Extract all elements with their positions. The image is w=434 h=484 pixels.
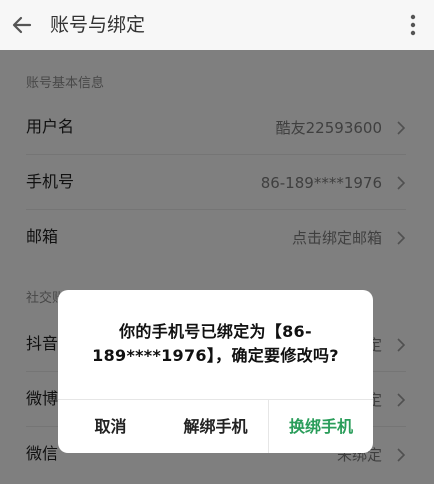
app-bar: 账号与绑定: [0, 0, 434, 50]
confirm-dialog: 你的手机号已绑定为【86-189****1976】，确定要修改吗? 取消 解绑手…: [58, 290, 373, 453]
cancel-button[interactable]: 取消: [58, 400, 163, 453]
arrow-left-icon[interactable]: [8, 10, 36, 40]
dialog-message: 你的手机号已绑定为【86-189****1976】，确定要修改吗?: [92, 322, 339, 365]
dialog-actions: 取消 解绑手机 换绑手机: [58, 399, 373, 453]
page-title: 账号与绑定: [50, 14, 146, 36]
unbind-phone-button[interactable]: 解绑手机: [163, 400, 268, 453]
more-vertical-icon[interactable]: [400, 12, 426, 38]
rebind-phone-button[interactable]: 换绑手机: [268, 400, 373, 453]
